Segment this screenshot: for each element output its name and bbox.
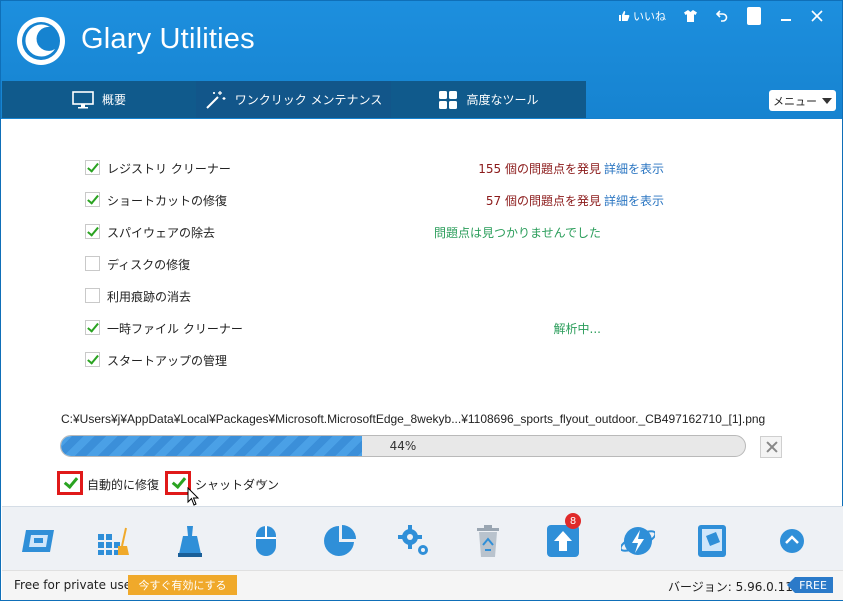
tool-settings[interactable] bbox=[394, 521, 434, 561]
tool-internet-optimizer[interactable] bbox=[618, 521, 658, 561]
edition-badge: FREE bbox=[787, 577, 833, 593]
thumbs-up-icon bbox=[619, 11, 630, 21]
item-label: 一時ファイル クリーナー bbox=[107, 322, 243, 336]
question-mark-icon: ? bbox=[750, 9, 758, 23]
license-text: Free for private use bbox=[14, 578, 132, 592]
main-tabs: 概要 ワンクリック メンテナンス 高度なツール bbox=[2, 81, 586, 118]
bottom-toolbar: 8 bbox=[2, 506, 843, 570]
item-status: 問題点は見つかりませんでした bbox=[433, 226, 601, 240]
glary-logo-icon bbox=[17, 17, 65, 65]
app-title: Glary Utilities bbox=[81, 23, 255, 55]
mouse-cursor-icon bbox=[187, 487, 200, 506]
menu-button[interactable]: メニュー bbox=[769, 90, 836, 111]
spyware-remover-checkbox[interactable] bbox=[85, 224, 100, 239]
eraser-screen-icon bbox=[22, 530, 54, 552]
temp-files-checkbox[interactable] bbox=[85, 320, 100, 335]
disk-repair-checkbox[interactable] bbox=[85, 256, 100, 271]
minimize-icon bbox=[781, 19, 791, 21]
list-item-shortcut-fixer: ショートカットの修復 57 個の問題点を発見 詳細を表示 bbox=[85, 191, 685, 209]
pie-chart-icon bbox=[324, 525, 356, 556]
monitor-icon bbox=[72, 90, 94, 108]
tab-one-click-maintenance[interactable]: ワンクリック メンテナンス bbox=[196, 81, 391, 118]
item-status: 解析中... bbox=[553, 322, 601, 336]
tool-file-shredder[interactable] bbox=[692, 521, 732, 561]
auto-repair-checkbox[interactable] bbox=[57, 471, 83, 495]
file-tablet-icon bbox=[698, 525, 726, 557]
update-count-badge: 8 bbox=[565, 513, 581, 529]
tool-disk-analysis[interactable] bbox=[320, 521, 360, 561]
details-link[interactable]: 詳細を表示 bbox=[604, 160, 664, 177]
list-item-disk-repair: ディスクの修復 bbox=[85, 255, 685, 273]
activate-now-button[interactable]: 今すぐ有効にする bbox=[128, 575, 237, 595]
undo-arrow-icon bbox=[716, 10, 728, 22]
app-window: Glary Utilities いいね ? 概要 ワンクリック メンテナンス 高… bbox=[0, 0, 843, 601]
item-status: 57 個の問題点を発見 bbox=[485, 194, 601, 208]
registry-cleaner-checkbox[interactable] bbox=[85, 160, 100, 175]
tool-more-up[interactable] bbox=[772, 521, 812, 561]
version-text: バージョン: 5.96.0.118 bbox=[668, 580, 801, 594]
tool-memory-optimizer[interactable] bbox=[246, 521, 286, 561]
chevron-up-circle-icon bbox=[780, 529, 804, 553]
tool-trash-recycle[interactable] bbox=[468, 521, 508, 561]
item-status: 155 個の問題点を発見 bbox=[478, 162, 601, 176]
item-label: レジストリ クリーナー bbox=[107, 162, 231, 176]
tab-advanced-tools[interactable]: 高度なツール bbox=[391, 81, 586, 118]
upload-arrow-icon bbox=[547, 525, 579, 557]
tool-disk-repair[interactable] bbox=[170, 521, 210, 561]
minimize-button[interactable] bbox=[770, 7, 802, 25]
globe-bolt-icon bbox=[621, 527, 655, 555]
title-bar-controls: いいね ? bbox=[616, 7, 832, 25]
details-link[interactable]: 詳細を表示 bbox=[604, 192, 664, 209]
list-item-startup-manager: スタートアップの管理 bbox=[85, 351, 685, 369]
item-label: スパイウェアの除去 bbox=[107, 226, 216, 240]
close-button[interactable] bbox=[802, 7, 832, 25]
caret-down-icon bbox=[822, 97, 832, 104]
help-button[interactable]: ? bbox=[747, 7, 761, 25]
progress-percent: 44% bbox=[389, 439, 417, 453]
scan-progress-bar: 44% bbox=[60, 435, 746, 457]
tool-software-update[interactable]: 8 bbox=[543, 513, 583, 561]
magic-wand-icon bbox=[205, 90, 226, 109]
tracks-eraser-checkbox[interactable] bbox=[85, 288, 100, 303]
tab-overview-label: 概要 bbox=[101, 93, 126, 107]
grid-broom-icon bbox=[98, 527, 129, 555]
status-bar: Free for private use 今すぐ有効にする バージョン: 5.9… bbox=[2, 570, 843, 600]
tab-advanced-label: 高度なツール bbox=[466, 93, 539, 107]
like-label: いいね bbox=[633, 10, 666, 23]
startup-manager-checkbox[interactable] bbox=[85, 352, 100, 367]
brush-disk-icon bbox=[178, 526, 202, 557]
item-label: 利用痕跡の消去 bbox=[107, 290, 192, 304]
recycle-bin-icon bbox=[477, 525, 499, 557]
item-label: ディスクの修復 bbox=[107, 258, 191, 272]
item-label: スタートアップの管理 bbox=[107, 354, 228, 368]
auto-repair-label: 自動的に修復 bbox=[87, 478, 160, 492]
tool-registry-cleaner[interactable] bbox=[94, 521, 134, 561]
tshirt-icon bbox=[683, 10, 697, 22]
list-item-spyware-remover: スパイウェアの除去 問題点は見つかりませんでした bbox=[85, 223, 685, 241]
skin-button[interactable] bbox=[674, 7, 706, 25]
close-icon bbox=[811, 10, 823, 22]
scan-current-path: C:¥Users¥j¥AppData¥Local¥Packages¥Micros… bbox=[61, 412, 766, 426]
gears-icon bbox=[398, 525, 428, 555]
list-item-temp-files-cleaner: 一時ファイル クリーナー 解析中... bbox=[85, 319, 685, 337]
like-button[interactable]: いいね bbox=[616, 7, 668, 25]
tab-overview[interactable]: 概要 bbox=[2, 81, 196, 118]
list-item-registry-cleaner: レジストリ クリーナー 155 個の問題点を発見 詳細を表示 bbox=[85, 159, 685, 177]
item-label: ショートカットの修復 bbox=[107, 194, 228, 208]
tab-one-click-label: ワンクリック メンテナンス bbox=[234, 93, 383, 107]
grid-tiles-icon bbox=[439, 90, 458, 109]
undo-button[interactable] bbox=[706, 7, 738, 25]
app-header: Glary Utilities いいね ? 概要 ワンクリック メンテナンス 高… bbox=[1, 1, 842, 119]
shortcut-fixer-checkbox[interactable] bbox=[85, 192, 100, 207]
menu-label: メニュー bbox=[773, 94, 817, 108]
tool-disk-cleaner[interactable] bbox=[18, 521, 58, 561]
list-item-tracks-eraser: 利用痕跡の消去 bbox=[85, 287, 685, 305]
mouse-icon bbox=[256, 526, 276, 556]
cancel-scan-button[interactable] bbox=[760, 436, 782, 458]
